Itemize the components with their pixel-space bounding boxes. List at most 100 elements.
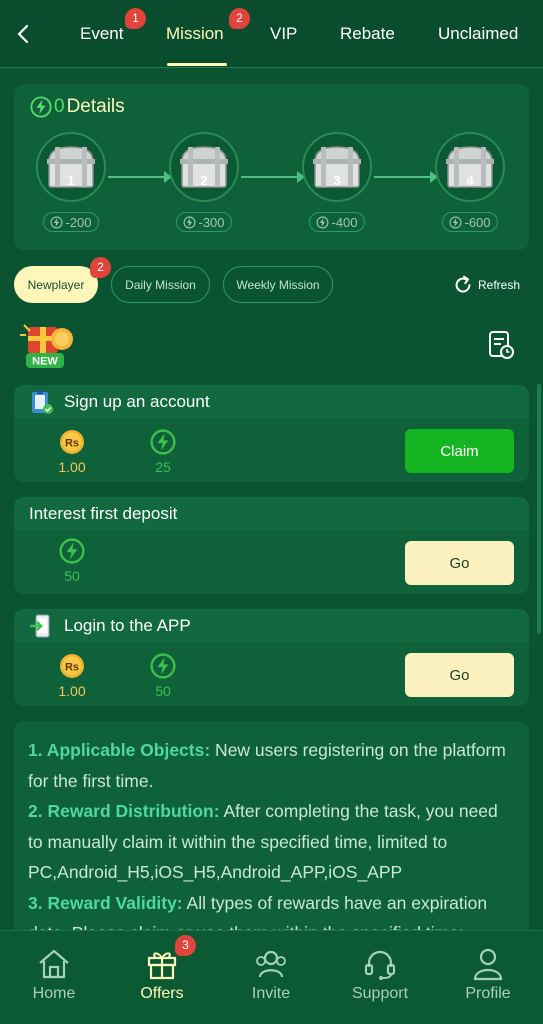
- tab-vip-label: VIP: [270, 24, 298, 43]
- nav-home-label: Home: [32, 985, 76, 1002]
- rupee-coin-icon: Rs: [60, 654, 84, 678]
- rupee-coin-icon: Rs: [60, 430, 84, 454]
- nav-invite-label: Invite: [251, 985, 291, 1002]
- chest-number: 2: [200, 173, 208, 188]
- nav-profile[interactable]: Profile: [443, 945, 533, 1003]
- reward-bolt: 50: [42, 538, 102, 584]
- tab-unclaimed[interactable]: Unclaimed: [438, 24, 518, 44]
- lightning-icon: [30, 96, 52, 118]
- filter-newplayer-label: Newplayer: [27, 277, 85, 292]
- details-header[interactable]: 0 Details: [30, 96, 125, 118]
- treasure-chest-2[interactable]: 2: [169, 132, 239, 202]
- chest-cost-value: -400: [331, 214, 358, 230]
- nav-home[interactable]: Home: [9, 945, 99, 1003]
- reward-bolt-value: 50: [155, 683, 171, 699]
- go-button-label: Go: [449, 666, 470, 684]
- reward-bolt-value: 25: [155, 459, 171, 475]
- treasure-chest-4[interactable]: 4: [435, 132, 505, 202]
- lightning-icon: [150, 653, 176, 679]
- claim-button-label: Claim: [440, 442, 479, 460]
- go-button[interactable]: Go: [405, 653, 514, 697]
- details-card: 0 Details 1 2 3 4 -200 -300 -400 -600: [14, 84, 529, 250]
- go-button[interactable]: Go: [405, 541, 514, 585]
- treasure-chest-3[interactable]: 3: [302, 132, 372, 202]
- tab-rebate-label: Rebate: [340, 24, 395, 43]
- profile-icon: [473, 948, 503, 981]
- mission-title: Interest first deposit: [29, 503, 178, 523]
- lightning-icon: [51, 216, 63, 228]
- go-button-label: Go: [449, 554, 470, 572]
- new-gift-icon: NEW: [20, 324, 73, 368]
- bottom-navigation: Home Offers 3 Invite Support Profile: [0, 930, 543, 1024]
- scrollbar[interactable]: [537, 384, 541, 634]
- nav-support[interactable]: Support: [335, 945, 425, 1003]
- reward-rs-value: 1.00: [58, 683, 86, 699]
- progress-arrow: [374, 176, 434, 178]
- reward-bolt: 50: [133, 653, 193, 699]
- nav-support-label: Support: [351, 985, 409, 1002]
- nav-offers-label: Offers: [140, 985, 184, 1002]
- svg-text:Rs: Rs: [65, 438, 79, 450]
- lightning-icon: [150, 429, 176, 455]
- rule-heading: 2. Reward Distribution:: [28, 801, 220, 821]
- details-title: Details: [66, 96, 125, 117]
- tab-mission-label: Mission: [166, 24, 224, 43]
- nav-offers-badge: 3: [175, 935, 196, 956]
- chest-cost-2: -300: [176, 212, 232, 232]
- svg-text:Rs: Rs: [65, 662, 79, 674]
- treasure-chest-1[interactable]: 1: [36, 132, 106, 202]
- mission-header: Interest first deposit: [14, 497, 529, 530]
- reward-rs: Rs 1.00: [42, 429, 102, 475]
- filter-daily-mission[interactable]: Daily Mission: [111, 266, 210, 303]
- back-arrow-icon[interactable]: [12, 22, 36, 46]
- chest-number: 3: [333, 173, 341, 188]
- chest-cost-value: -600: [464, 214, 491, 230]
- chest-cost-value: -300: [198, 214, 225, 230]
- clipboard-icon: [32, 389, 53, 414]
- refresh-button[interactable]: Refresh: [452, 274, 520, 296]
- rule-2: 2. Reward Distribution: After completing…: [28, 796, 515, 888]
- chest-cost-3: -400: [309, 212, 365, 232]
- active-tab-indicator: [167, 63, 227, 66]
- mission-card-first-deposit: Interest first deposit 50 Go: [14, 497, 529, 594]
- lightning-icon: [184, 216, 196, 228]
- nav-invite[interactable]: Invite: [226, 945, 316, 1003]
- top-tab-bar: Event 1 Mission 2 VIP Rebate Unclaimed: [0, 0, 543, 68]
- tab-mission[interactable]: Mission: [166, 24, 224, 44]
- tab-vip[interactable]: VIP: [270, 24, 297, 44]
- progress-arrow: [241, 176, 301, 178]
- history-record-icon[interactable]: [487, 330, 515, 360]
- nav-profile-label: Profile: [465, 985, 511, 1002]
- rule-1: 1. Applicable Objects: New users registe…: [28, 735, 515, 796]
- tab-mission-badge: 2: [229, 8, 250, 29]
- chest-number: 4: [466, 173, 474, 188]
- mission-card-signup: Sign up an account Rs 1.00 25 Claim: [14, 385, 529, 482]
- nav-offers[interactable]: Offers: [117, 945, 207, 1003]
- lightning-icon: [450, 216, 462, 228]
- progress-arrow: [108, 176, 168, 178]
- tab-event-label: Event: [80, 24, 124, 43]
- tab-rebate[interactable]: Rebate: [340, 24, 395, 44]
- home-icon: [39, 949, 69, 979]
- chest-cost-1: -200: [43, 212, 99, 232]
- tab-event-badge: 1: [125, 8, 146, 29]
- filter-daily-label: Daily Mission: [125, 277, 196, 292]
- filter-newplayer[interactable]: Newplayer: [14, 266, 98, 303]
- filter-newplayer-badge: 2: [90, 257, 111, 278]
- filter-weekly-mission[interactable]: Weekly Mission: [223, 266, 333, 303]
- tab-event[interactable]: Event: [80, 24, 123, 44]
- reward-rs: Rs 1.00: [42, 653, 102, 699]
- refresh-icon: [455, 275, 471, 293]
- mission-title: Sign up an account: [64, 391, 210, 411]
- claim-button[interactable]: Claim: [405, 429, 514, 473]
- tab-unclaimed-label: Unclaimed: [438, 24, 519, 43]
- chest-number: 1: [67, 173, 75, 188]
- lightning-icon: [59, 538, 85, 564]
- filter-weekly-label: Weekly Mission: [236, 277, 320, 292]
- mission-header: Login to the APP: [14, 609, 529, 642]
- reward-rs-value: 1.00: [58, 459, 86, 475]
- reward-bolt-value: 50: [64, 568, 80, 584]
- reward-bolt: 25: [133, 429, 193, 475]
- rule-heading: 3. Reward Validity:: [28, 892, 183, 913]
- mission-card-login-app: Login to the APP Rs 1.00 50 Go: [14, 609, 529, 706]
